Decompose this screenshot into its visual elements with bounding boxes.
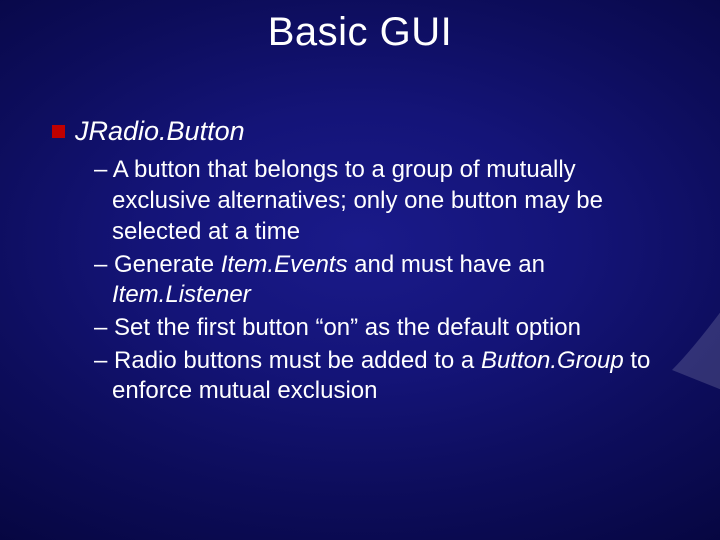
list-item: – Radio buttons must be added to a Butto…	[94, 346, 680, 407]
slide-title: Basic GUI	[0, 10, 720, 55]
bullet-text: – Generate	[94, 251, 221, 278]
italic-term: Item.Events	[221, 251, 348, 278]
bullet-list: – A button that belongs to a group of mu…	[94, 155, 680, 407]
page-curl-icon	[662, 310, 720, 390]
list-item: – Generate Item.Events and must have an …	[94, 250, 680, 311]
italic-term: Item.Listener	[112, 281, 251, 308]
bullet-text: – Radio buttons must be added to a	[94, 347, 481, 374]
bullet-text: – Set the first button “on” as the defau…	[94, 314, 581, 341]
bullet-text: – A button that belongs to a group of mu…	[94, 156, 603, 244]
heading-row: JRadio.Button	[52, 115, 680, 147]
heading-text: JRadio.Button	[75, 115, 245, 147]
slide-content: JRadio.Button – A button that belongs to…	[52, 115, 680, 409]
list-item: – A button that belongs to a group of mu…	[94, 155, 680, 247]
list-item: – Set the first button “on” as the defau…	[94, 313, 680, 344]
slide: Basic GUI JRadio.Button – A button that …	[0, 0, 720, 540]
bullet-text: and must have an	[347, 251, 544, 278]
italic-term: Button.Group	[481, 347, 624, 374]
square-bullet-icon	[52, 125, 65, 138]
